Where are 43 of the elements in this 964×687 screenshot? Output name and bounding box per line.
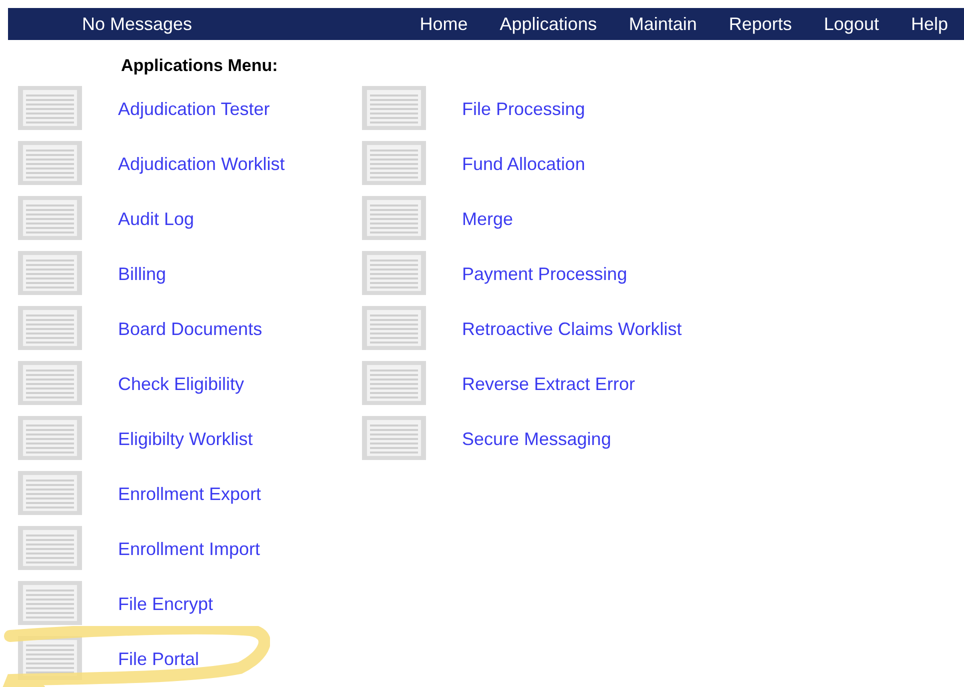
- document-icon[interactable]: [362, 196, 426, 240]
- document-icon[interactable]: [362, 361, 426, 405]
- application-link[interactable]: Billing: [118, 264, 166, 285]
- application-link[interactable]: File Processing: [462, 99, 586, 120]
- application-link[interactable]: Enrollment Export: [118, 484, 262, 505]
- application-link[interactable]: Fund Allocation: [462, 154, 586, 175]
- document-icon[interactable]: [362, 416, 426, 460]
- document-icon[interactable]: [18, 86, 82, 130]
- document-icon[interactable]: [18, 196, 82, 240]
- application-link[interactable]: Check Eligibility: [118, 374, 244, 395]
- nav-link[interactable]: Maintain: [612, 14, 713, 34]
- document-icon[interactable]: [362, 86, 426, 130]
- nav-link[interactable]: Reports: [712, 14, 808, 34]
- nav-link[interactable]: Help: [894, 14, 964, 34]
- application-link[interactable]: Adjudication Worklist: [118, 154, 285, 175]
- document-icon[interactable]: [18, 361, 82, 405]
- document-icon[interactable]: [18, 306, 82, 350]
- menu-title: Applications Menu:: [121, 56, 279, 76]
- application-link[interactable]: Payment Processing: [462, 264, 628, 285]
- document-icon[interactable]: [18, 526, 82, 570]
- document-icon[interactable]: [18, 471, 82, 515]
- document-icon[interactable]: [362, 141, 426, 185]
- document-icon[interactable]: [362, 251, 426, 295]
- application-link[interactable]: Audit Log: [118, 209, 194, 230]
- document-icon[interactable]: [18, 416, 82, 460]
- nav-link[interactable]: Applications: [484, 14, 613, 34]
- application-link[interactable]: Board Documents: [118, 319, 262, 340]
- application-link[interactable]: File Encrypt: [118, 594, 214, 615]
- document-icon[interactable]: [18, 581, 82, 625]
- application-link[interactable]: Reverse Extract Error: [462, 374, 636, 395]
- nav-link[interactable]: Home: [404, 14, 484, 34]
- application-link[interactable]: Eligibilty Worklist: [118, 429, 253, 450]
- document-icon[interactable]: [18, 141, 82, 185]
- application-link[interactable]: Merge: [462, 209, 514, 230]
- status-text: No Messages: [82, 14, 192, 34]
- application-link[interactable]: Adjudication Tester: [118, 99, 270, 120]
- nav-link[interactable]: Logout: [808, 14, 895, 34]
- document-icon[interactable]: [362, 306, 426, 350]
- application-link[interactable]: File Portal: [118, 649, 200, 670]
- application-link[interactable]: Secure Messaging: [462, 429, 612, 450]
- application-link[interactable]: Enrollment Import: [118, 539, 260, 560]
- document-icon[interactable]: [18, 251, 82, 295]
- application-link[interactable]: Retroactive Claims Worklist: [462, 319, 682, 340]
